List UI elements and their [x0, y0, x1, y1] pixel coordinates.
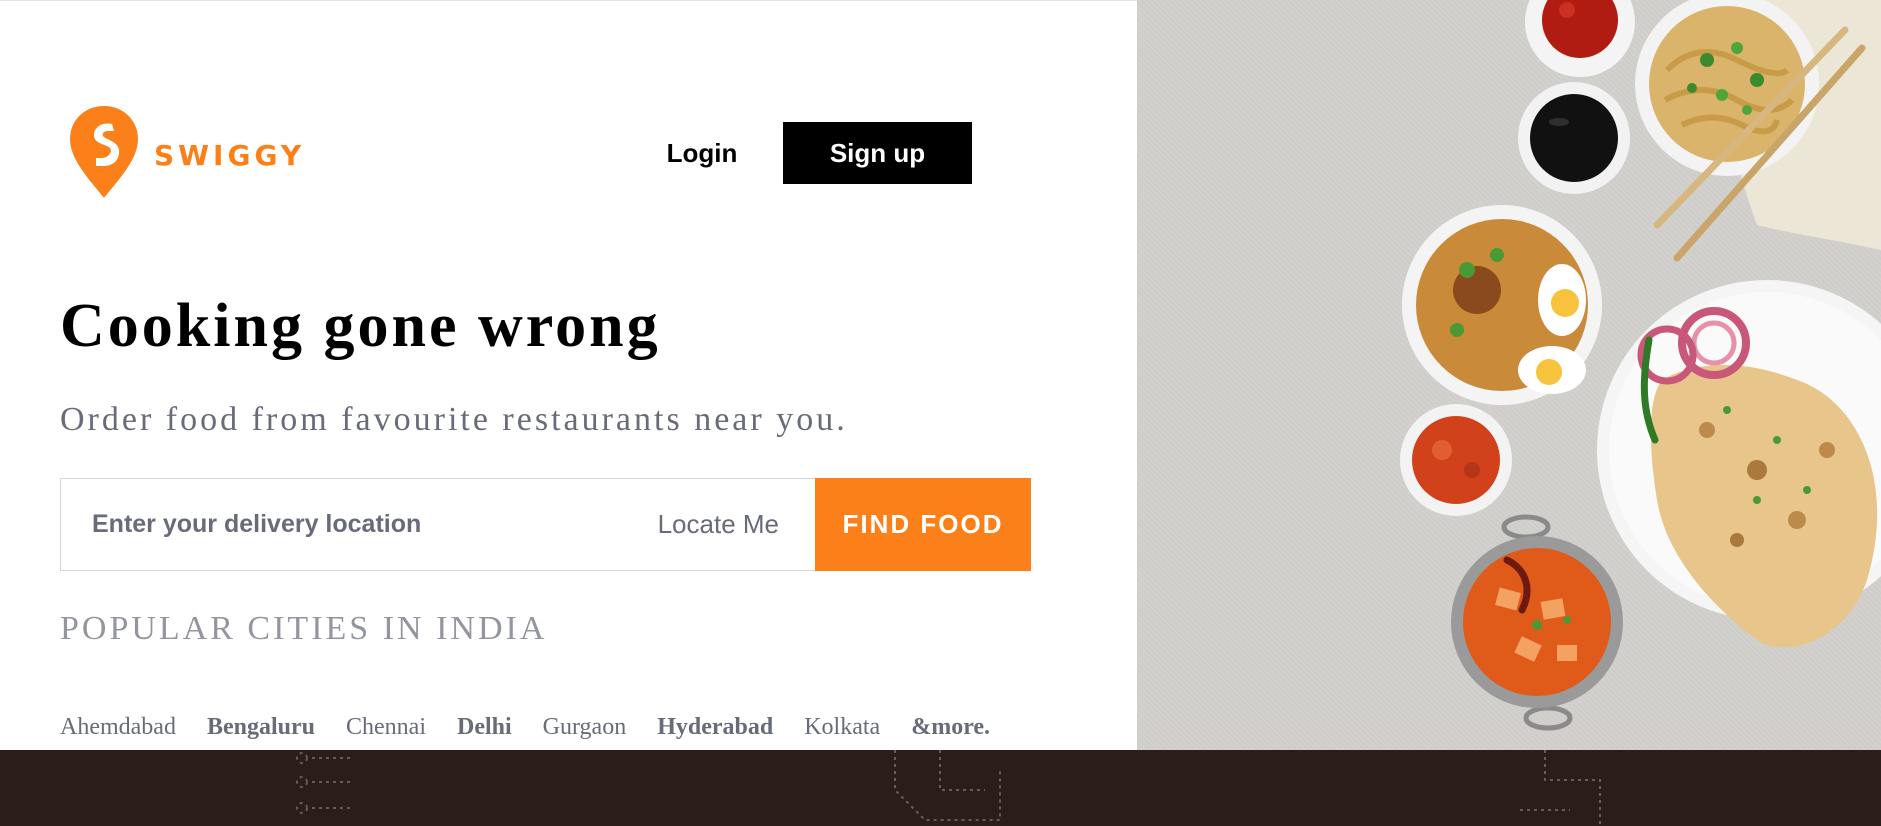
city-link-chennai[interactable]: Chennai: [346, 714, 426, 741]
brand-name: SWIGGY: [154, 138, 306, 172]
swiggy-logo[interactable]: SWIGGY: [68, 104, 305, 200]
location-search-bar: Locate Me FIND FOOD: [60, 478, 1031, 571]
signup-button[interactable]: Sign up: [783, 122, 972, 184]
food-platter-illustration: [1400, 0, 1881, 731]
popular-cities-heading: POPULAR CITIES IN INDIA: [60, 610, 548, 647]
paneer-handi: [1451, 514, 1623, 731]
city-link-gurgaon[interactable]: Gurgaon: [543, 714, 627, 741]
city-link-ahemdabad[interactable]: Ahemdabad: [60, 714, 176, 741]
popular-cities-list: Ahemdabad Bengaluru Chennai Delhi Gurgao…: [60, 714, 990, 741]
curry-bowl: [1400, 404, 1512, 516]
soy-sauce-bowl: [1518, 82, 1630, 194]
delivery-location-input[interactable]: [61, 479, 638, 570]
city-link-hyderabad[interactable]: Hyderabad: [657, 714, 773, 741]
swiggy-pin-icon: [70, 106, 138, 198]
footer-pattern: [296, 750, 1601, 826]
city-link-kolkata[interactable]: Kolkata: [804, 714, 880, 741]
landing-left-panel: SWIGGY Login Sign up Cooking gone wrong …: [0, 0, 1137, 750]
find-food-button[interactable]: FIND FOOD: [815, 478, 1031, 571]
locate-me-button[interactable]: Locate Me: [638, 479, 815, 570]
hero-food-image: [1137, 0, 1881, 750]
location-input-container: Locate Me: [60, 478, 815, 571]
city-link-delhi[interactable]: Delhi: [457, 714, 512, 741]
city-link-bengaluru[interactable]: Bengaluru: [207, 714, 315, 741]
city-link-more[interactable]: &more.: [911, 714, 990, 741]
naan-plate: [1597, 280, 1881, 648]
hero-title: Cooking gone wrong: [60, 292, 661, 360]
footer-band: [0, 750, 1881, 826]
login-button[interactable]: Login: [652, 122, 752, 184]
hero-subtitle: Order food from favourite restaurants ne…: [60, 401, 848, 438]
biryani-bowl: [1402, 205, 1602, 405]
ketchup-bowl: [1525, 0, 1635, 77]
